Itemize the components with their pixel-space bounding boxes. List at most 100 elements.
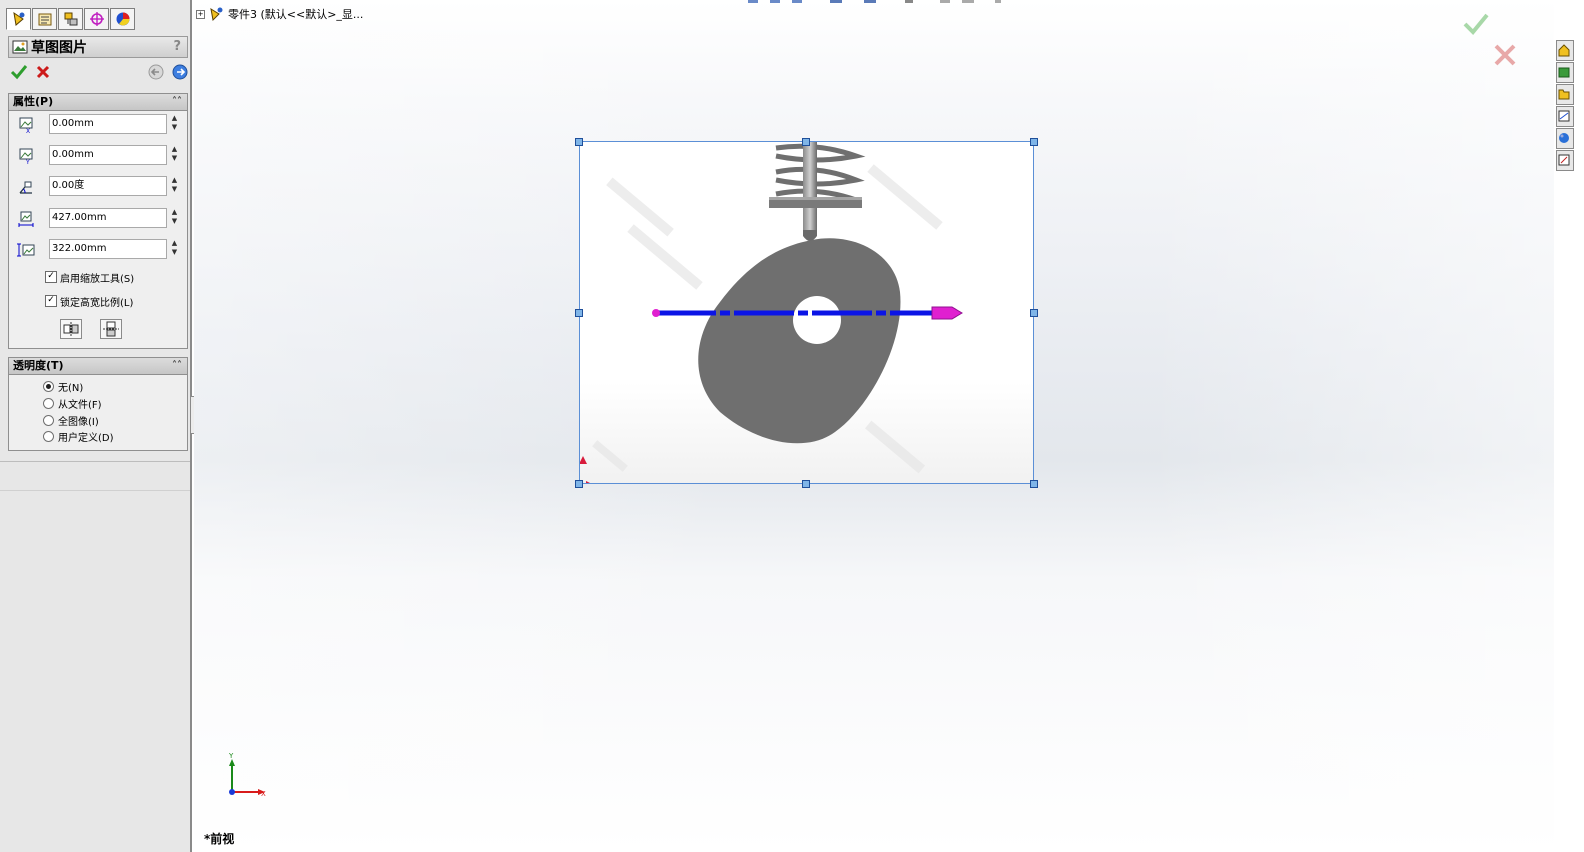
task-pane-appearances-tab[interactable] bbox=[1556, 128, 1574, 149]
flip-horizontal-icon bbox=[63, 322, 79, 336]
angle-icon bbox=[19, 181, 32, 194]
transparency-from-file-radio[interactable] bbox=[43, 397, 54, 409]
sketch-picture-icon bbox=[12, 40, 28, 54]
transparency-full-image-label: 全图像(I) bbox=[58, 416, 99, 428]
transparency-group-header[interactable]: 透明度(T) ˄˄ bbox=[8, 357, 188, 375]
resize-handle-left[interactable] bbox=[575, 309, 583, 317]
resize-handle-top-left[interactable] bbox=[575, 138, 583, 146]
angle-input[interactable]: 0.00度 bbox=[49, 176, 167, 196]
feature-tree-flyout[interactable]: + 零件3 (默认<<默认>_显... bbox=[196, 6, 363, 22]
task-pane-home-tab[interactable] bbox=[1556, 40, 1574, 61]
feature-manager-tab-icon bbox=[12, 11, 24, 26]
transparency-user-defined-label: 用户定义(D) bbox=[58, 432, 114, 444]
transparency-none-label: 无(N) bbox=[58, 382, 84, 394]
collapse-chevron-icon[interactable]: ˄˄ bbox=[172, 358, 182, 374]
transparency-user-defined-radio[interactable] bbox=[43, 430, 54, 442]
y-position-icon: Y bbox=[19, 148, 33, 165]
height-row: 322.00mm ▲ ▼ bbox=[15, 239, 179, 261]
sketch-axis-line bbox=[580, 306, 963, 483]
property-manager-panel: 草图图片 ? 属性(P) ˄˄ X 0.00mm ▲ ▼ Y 0.00mm ▲ … bbox=[0, 0, 192, 852]
y-position-spinner[interactable]: ▲ ▼ bbox=[169, 145, 180, 165]
panel-divider bbox=[0, 490, 190, 491]
x-position-icon: X bbox=[19, 117, 33, 134]
transparency-option-from-file[interactable]: 从文件(F) bbox=[43, 396, 102, 411]
task-pane-view-palette-tab[interactable] bbox=[1556, 106, 1574, 127]
configuration-manager-tab[interactable] bbox=[58, 8, 83, 30]
configuration-manager-tab-icon bbox=[64, 12, 77, 26]
angle-row: 0.00度 ▲ ▼ bbox=[15, 176, 179, 198]
height-spinner[interactable]: ▲ ▼ bbox=[169, 239, 180, 259]
dimxpert-manager-tab[interactable] bbox=[84, 8, 109, 30]
flip-vertical-icon bbox=[103, 321, 119, 337]
next-arrow-icon[interactable] bbox=[172, 64, 188, 80]
flip-vertical-button[interactable] bbox=[100, 319, 122, 339]
action-row bbox=[8, 62, 188, 82]
heads-up-toolbar-edge bbox=[748, 0, 1001, 3]
appearances-icon bbox=[1559, 133, 1569, 143]
task-pane-explorer-tab[interactable] bbox=[1556, 84, 1574, 105]
properties-group-title: 属性(P) bbox=[13, 95, 54, 108]
width-row: 427.00mm ▲ ▼ bbox=[15, 208, 179, 230]
lock-aspect-ratio-row[interactable]: ✓ 锁定高宽比例(L) bbox=[45, 293, 133, 309]
transparency-none-radio[interactable] bbox=[43, 380, 54, 392]
resize-handle-top-right[interactable] bbox=[1030, 138, 1038, 146]
resize-handle-right[interactable] bbox=[1030, 309, 1038, 317]
property-manager-title-bar: 草图图片 ? bbox=[8, 36, 188, 58]
sketch-picture[interactable] bbox=[579, 141, 1034, 484]
task-pane-tabs bbox=[1554, 40, 1584, 180]
enable-scale-tool-row[interactable]: ✓ 启用缩放工具(S) bbox=[45, 269, 134, 285]
folder-icon bbox=[1558, 89, 1570, 100]
x-position-input[interactable]: 0.00mm bbox=[49, 114, 167, 134]
height-icon bbox=[17, 243, 35, 257]
y-position-input[interactable]: 0.00mm bbox=[49, 145, 167, 165]
task-pane-custom-properties-tab[interactable] bbox=[1556, 150, 1574, 171]
resize-handle-bottom[interactable] bbox=[802, 480, 810, 488]
width-input[interactable]: 427.00mm bbox=[49, 208, 167, 228]
display-manager-tab[interactable] bbox=[110, 8, 135, 30]
property-manager-tab-icon bbox=[38, 13, 51, 26]
transparency-option-user-defined[interactable]: 用户定义(D) bbox=[43, 429, 114, 444]
transparency-full-image-radio[interactable] bbox=[43, 414, 54, 426]
transparency-option-full-image[interactable]: 全图像(I) bbox=[43, 413, 99, 428]
x-position-row: X 0.00mm ▲ ▼ bbox=[15, 114, 179, 136]
custom-properties-icon bbox=[1558, 154, 1570, 166]
tree-expand-toggle[interactable]: + bbox=[196, 9, 205, 19]
dimxpert-manager-tab-icon bbox=[89, 12, 104, 26]
lock-aspect-ratio-checkbox[interactable]: ✓ bbox=[45, 295, 57, 307]
y-position-row: Y 0.00mm ▲ ▼ bbox=[15, 145, 179, 167]
properties-group: X 0.00mm ▲ ▼ Y 0.00mm ▲ ▼ 0.00度 ▲ ▼ 427.… bbox=[8, 111, 188, 349]
part-icon bbox=[210, 7, 223, 22]
home-icon bbox=[1558, 44, 1570, 57]
confirm-cancel-icon[interactable] bbox=[1492, 42, 1518, 68]
confirm-check-icon[interactable] bbox=[1462, 12, 1490, 36]
angle-spinner[interactable]: ▲ ▼ bbox=[169, 176, 180, 196]
back-arrow-icon[interactable] bbox=[148, 64, 164, 80]
property-manager-tab[interactable] bbox=[32, 8, 57, 30]
ok-check-icon[interactable] bbox=[10, 64, 28, 80]
cancel-x-icon[interactable] bbox=[35, 64, 51, 80]
collapse-chevron-icon[interactable]: ˄˄ bbox=[172, 94, 182, 110]
resize-handle-top[interactable] bbox=[802, 138, 810, 146]
width-icon bbox=[18, 211, 34, 227]
properties-group-header[interactable]: 属性(P) ˄˄ bbox=[8, 93, 188, 111]
height-input[interactable]: 322.00mm bbox=[49, 239, 167, 259]
feature-manager-tab[interactable] bbox=[6, 8, 31, 30]
transparency-group: 无(N) 从文件(F) 全图像(I) 用户定义(D) bbox=[8, 375, 188, 451]
transparency-option-none[interactable]: 无(N) bbox=[43, 379, 84, 394]
help-icon[interactable]: ? bbox=[173, 39, 181, 54]
enable-scale-tool-label: 启用缩放工具(S) bbox=[60, 273, 135, 285]
flip-horizontal-button[interactable] bbox=[60, 319, 82, 339]
resize-handle-bottom-left[interactable] bbox=[575, 480, 583, 488]
property-manager-title: 草图图片 bbox=[31, 40, 87, 56]
enable-scale-tool-checkbox[interactable]: ✓ bbox=[45, 271, 57, 283]
transparency-from-file-label: 从文件(F) bbox=[58, 399, 102, 411]
triad-y-label: Y bbox=[228, 752, 234, 760]
triad-x-label: X bbox=[261, 790, 266, 798]
task-pane-resources-tab[interactable] bbox=[1556, 62, 1574, 83]
resize-handle-bottom-right[interactable] bbox=[1030, 480, 1038, 488]
transparency-group-title: 透明度(T) bbox=[13, 359, 64, 372]
view-palette-icon bbox=[1558, 110, 1570, 122]
x-position-spinner[interactable]: ▲ ▼ bbox=[169, 114, 180, 134]
part-name-label: 零件3 (默认<<默认>_显... bbox=[228, 8, 364, 21]
width-spinner[interactable]: ▲ ▼ bbox=[169, 208, 180, 228]
